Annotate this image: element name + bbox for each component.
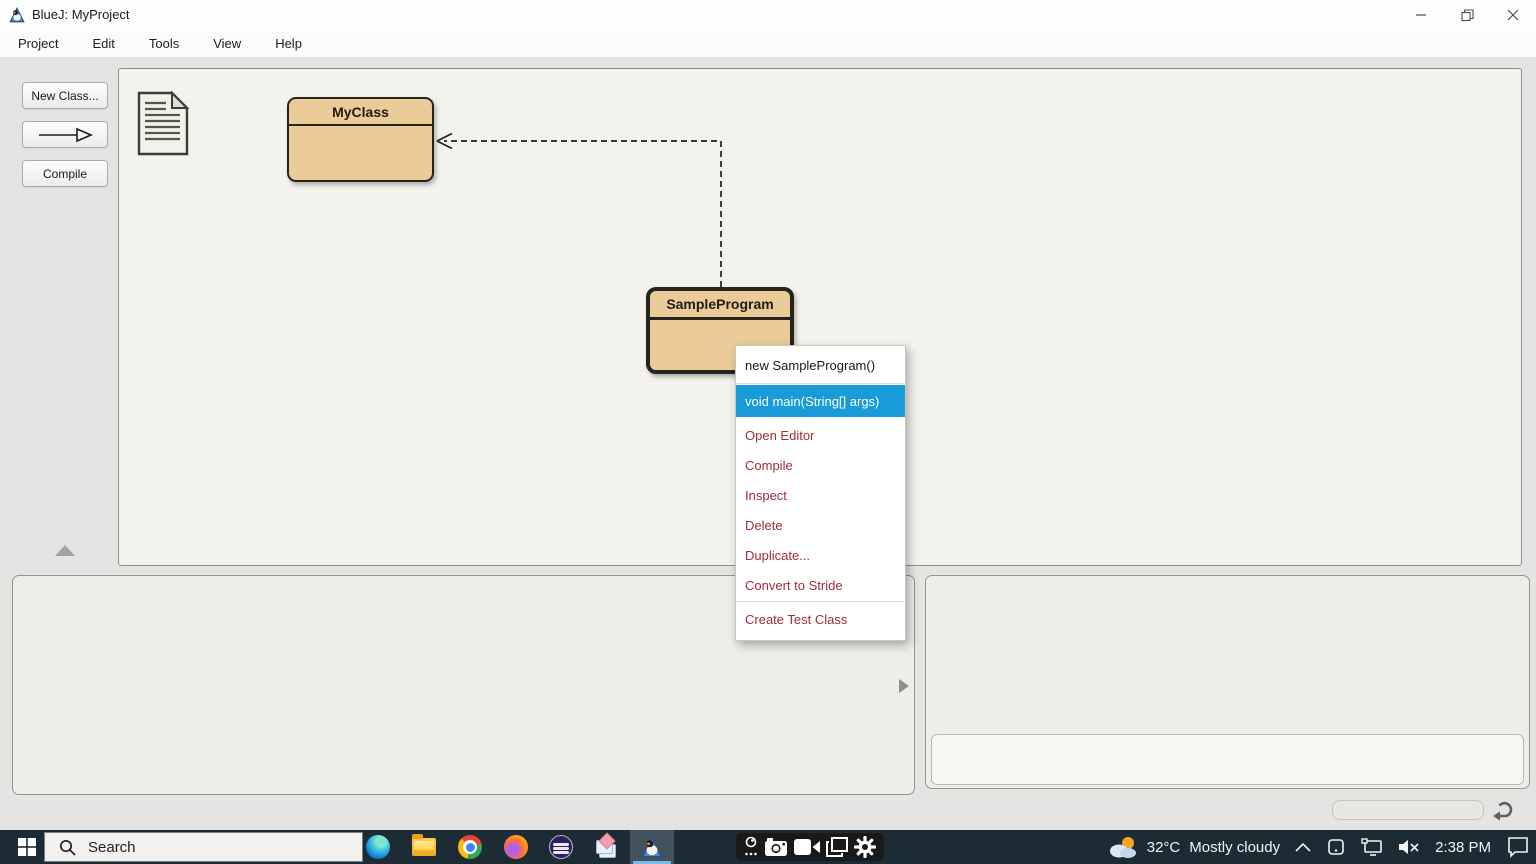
taskbar-app-chrome[interactable] — [448, 830, 492, 864]
system-tray: 32°C Mostly cloudy 2:38 PM — [1108, 830, 1530, 864]
close-button[interactable] — [1490, 0, 1536, 30]
class-name-label: SampleProgram — [650, 291, 790, 320]
weather-condition: Mostly cloudy — [1189, 839, 1280, 856]
weather-cloud-sun-icon — [1108, 835, 1138, 859]
weather-temperature: 32°C — [1147, 839, 1181, 856]
menu-item-open-editor[interactable]: Open Editor — [736, 420, 905, 450]
class-context-menu: new SampleProgram() void main(String[] a… — [735, 345, 906, 641]
firefox-icon — [504, 835, 528, 859]
menu-project[interactable]: Project — [18, 36, 58, 51]
menu-separator — [736, 601, 905, 602]
title-bar: BlueJ: MyProject — [0, 0, 1536, 30]
menu-help[interactable]: Help — [275, 36, 302, 51]
video-recorder-icon[interactable] — [794, 838, 820, 856]
taskbar-app-edge[interactable] — [356, 830, 400, 864]
network-display-icon[interactable] — [1361, 838, 1383, 856]
new-class-button[interactable]: New Class... — [22, 82, 108, 109]
taskbar-app-file-explorer[interactable] — [402, 830, 446, 864]
settings-gear-icon[interactable] — [854, 836, 876, 858]
taskbar-app-bluej[interactable] — [630, 830, 674, 864]
capture-menu-icon[interactable] — [744, 836, 758, 858]
menu-item-delete[interactable]: Delete — [736, 510, 905, 540]
codepad-input-area[interactable] — [931, 734, 1524, 785]
compile-button[interactable]: Compile — [22, 160, 108, 187]
uses-arrow-button[interactable] — [22, 121, 108, 148]
taskbar-weather[interactable]: 32°C Mostly cloudy — [1108, 835, 1280, 859]
menu-item-create-test-class[interactable]: Create Test Class — [736, 603, 905, 636]
taskbar-clock[interactable]: 2:38 PM — [1435, 839, 1491, 856]
menu-edit[interactable]: Edit — [92, 36, 114, 51]
menu-item-constructor[interactable]: new SampleProgram() — [736, 349, 905, 382]
window-title: BlueJ: MyProject — [32, 7, 130, 22]
class-box-myclass[interactable]: MyClass — [287, 97, 434, 182]
minimize-button[interactable] — [1398, 0, 1444, 30]
eclipse-icon — [549, 835, 573, 859]
taskbar-search-box[interactable] — [44, 832, 363, 862]
activity-indicator-bar — [1332, 800, 1484, 820]
windows-logo-icon — [18, 838, 36, 856]
restore-button[interactable] — [1444, 0, 1490, 30]
file-explorer-icon — [412, 838, 436, 856]
taskbar-app-eclipse[interactable] — [539, 830, 583, 864]
menu-item-void-main[interactable]: void main(String[] args) — [736, 385, 905, 417]
bluej-app-icon — [8, 6, 26, 24]
start-button[interactable] — [10, 830, 44, 864]
menu-item-convert-to-stride[interactable]: Convert to Stride — [736, 570, 905, 600]
volume-muted-icon[interactable] — [1398, 838, 1420, 856]
window-stack-icon[interactable] — [826, 837, 848, 857]
notification-center-icon[interactable] — [1506, 836, 1530, 858]
menu-view[interactable]: View — [213, 36, 241, 51]
codepad-splitter-arrow[interactable] — [899, 679, 909, 693]
menu-item-duplicate[interactable]: Duplicate... — [736, 540, 905, 570]
search-icon — [59, 839, 76, 856]
search-input[interactable] — [88, 839, 308, 856]
codepad-panel — [925, 575, 1530, 789]
chrome-icon — [458, 835, 482, 859]
menu-tools[interactable]: Tools — [149, 36, 179, 51]
menu-separator — [736, 383, 905, 384]
tablet-mode-icon[interactable] — [1326, 837, 1346, 857]
tray-chevron-up-icon[interactable] — [1295, 842, 1311, 852]
camera-icon[interactable] — [764, 837, 788, 857]
collapse-diagram-toggle[interactable] — [55, 545, 75, 556]
reset-vm-button[interactable] — [1489, 797, 1517, 825]
taskbar-app-uml-tool[interactable] — [585, 830, 629, 864]
project-note-icon[interactable] — [136, 91, 190, 157]
menu-bar: Project Edit Tools View Help — [0, 30, 1536, 58]
edge-icon — [366, 835, 390, 859]
uses-arrow-icon — [37, 127, 93, 143]
class-name-label: MyClass — [289, 99, 432, 126]
screen-capture-widget — [736, 833, 884, 861]
taskbar-app-firefox[interactable] — [494, 830, 538, 864]
uml-tool-icon — [595, 835, 619, 859]
bluej-icon — [639, 834, 665, 860]
menu-item-compile[interactable]: Compile — [736, 450, 905, 480]
menu-item-inspect[interactable]: Inspect — [736, 480, 905, 510]
